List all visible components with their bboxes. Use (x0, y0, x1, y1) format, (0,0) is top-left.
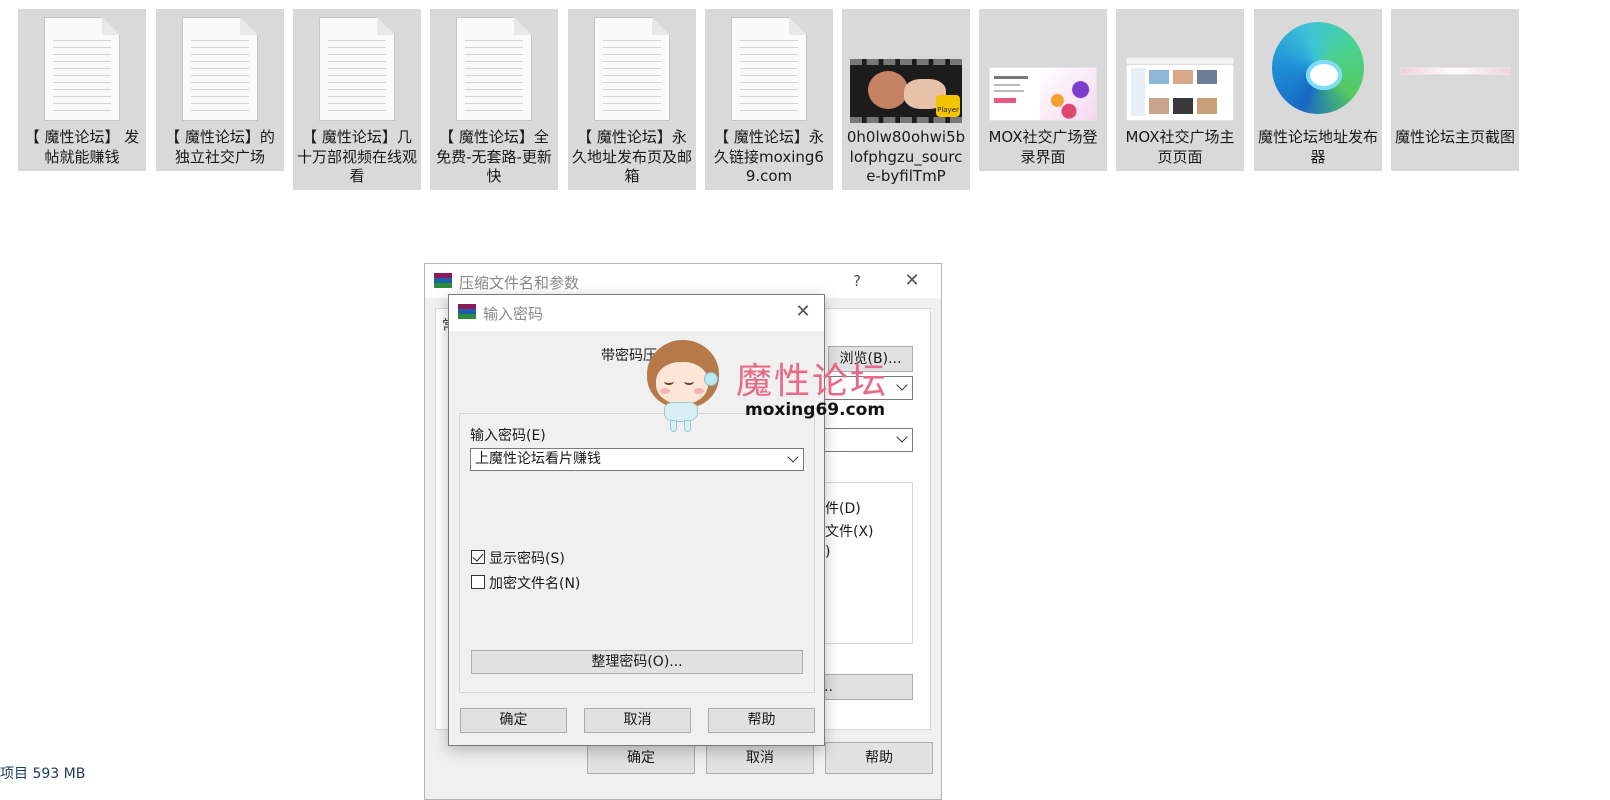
close-icon[interactable]: ✕ (789, 299, 817, 325)
dialog-titlebar: 输入密码 ✕ (449, 295, 824, 331)
dialog-title: 输入密码 (483, 305, 544, 323)
document-icon (319, 17, 395, 121)
video-thumbnail: Player (850, 59, 962, 123)
document-icon (182, 17, 258, 121)
file-item[interactable]: Player 0h0lw80ohwi5blofphgzu_source-byfi… (842, 9, 970, 190)
file-name: 【 魔性论坛】 发帖就能赚钱 (24, 128, 140, 166)
file-name: MOX社交广场登录界面 (988, 128, 1098, 166)
encrypt-filenames-checkbox[interactable] (471, 575, 485, 589)
ok-button[interactable]: 确定 (587, 742, 695, 774)
watermark-url: moxing69.com (745, 400, 886, 420)
cancel-button[interactable]: 取消 (706, 742, 814, 774)
file-item[interactable]: 【 魔性论坛】的独立社交广场 (156, 9, 284, 171)
document-icon (456, 17, 532, 121)
file-item[interactable]: 【 魔性论坛】永久地址发布页及邮箱 (568, 9, 696, 190)
file-name: 0h0lw80ohwi5blofphgzu_source-byfilTmP (846, 128, 966, 185)
option-delete-files-label[interactable]: 件(D) (825, 498, 861, 518)
organize-passwords-button[interactable]: 整理密码(O)... (471, 650, 803, 674)
file-name: MOX社交广场主页页面 (1125, 128, 1235, 166)
help-icon[interactable]: ? (843, 268, 871, 294)
document-icon (44, 17, 120, 121)
dialog-titlebar: 压缩文件名和参数 ? ✕ (425, 264, 941, 298)
show-password-checkbox[interactable] (471, 550, 485, 564)
player-badge-icon: Player (936, 95, 960, 117)
image-thumbnail (1400, 67, 1510, 75)
file-item[interactable]: MOX社交广场登录界面 (979, 9, 1107, 171)
password-label: 输入密码(E) (470, 428, 546, 444)
document-icon (594, 17, 670, 121)
password-value: 上魔性论坛看片赚钱 (475, 451, 601, 467)
encrypt-filenames-label[interactable]: 加密文件名(N) (489, 573, 580, 593)
help-button[interactable]: 帮助 (825, 742, 933, 774)
file-item[interactable]: 【 魔性论坛】永久链接moxing69.com (705, 9, 833, 190)
help-button[interactable]: 帮助 (708, 708, 815, 733)
watermark-title: 魔性论坛 (736, 361, 889, 402)
status-bar-text: 项目 593 MB (0, 766, 86, 782)
file-item[interactable]: MOX社交广场主页页面 (1116, 9, 1244, 171)
file-item[interactable]: 【 魔性论坛】 发帖就能赚钱 (18, 9, 146, 171)
file-item[interactable]: 魔性论坛主页截图 (1391, 9, 1519, 171)
file-name: 魔性论坛主页截图 (1395, 128, 1516, 146)
document-icon (731, 17, 807, 121)
cancel-button[interactable]: 取消 (584, 708, 691, 733)
image-thumbnail (989, 67, 1097, 121)
close-icon[interactable]: ✕ (898, 268, 926, 294)
file-name: 【 魔性论坛】几十万部视频在线观看 (297, 128, 418, 185)
option-third-label[interactable]: ) (825, 544, 830, 560)
file-name: 【 魔性论坛】全免费-无套路-更新快 (436, 128, 552, 185)
file-name: 【 魔性论坛】永久链接moxing69.com (714, 128, 824, 185)
option-sfx-label[interactable]: 文件(X) (825, 521, 874, 541)
image-thumbnail (1126, 57, 1234, 121)
dialog-title: 压缩文件名和参数 (459, 274, 580, 292)
file-item[interactable]: 【 魔性论坛】全免费-无套路-更新快 (430, 9, 558, 190)
ok-button[interactable]: 确定 (460, 708, 567, 733)
winrar-icon (458, 304, 476, 320)
show-password-label[interactable]: 显示密码(S) (489, 548, 565, 568)
set-password-button[interactable]: .. (823, 674, 913, 700)
file-item[interactable]: 魔性论坛地址发布器 (1254, 9, 1382, 171)
password-input[interactable]: 上魔性论坛看片赚钱 (470, 448, 804, 471)
file-name: 魔性论坛地址发布器 (1258, 128, 1379, 166)
edge-browser-icon (1272, 22, 1364, 114)
file-name: 【 魔性论坛】永久地址发布页及邮箱 (572, 128, 693, 185)
file-name: 【 魔性论坛】的独立社交广场 (165, 128, 275, 166)
chevron-down-icon[interactable] (787, 451, 799, 463)
winrar-icon (434, 273, 452, 289)
file-item[interactable]: 【 魔性论坛】几十万部视频在线观看 (293, 9, 421, 190)
update-mode-combo[interactable] (823, 428, 913, 452)
